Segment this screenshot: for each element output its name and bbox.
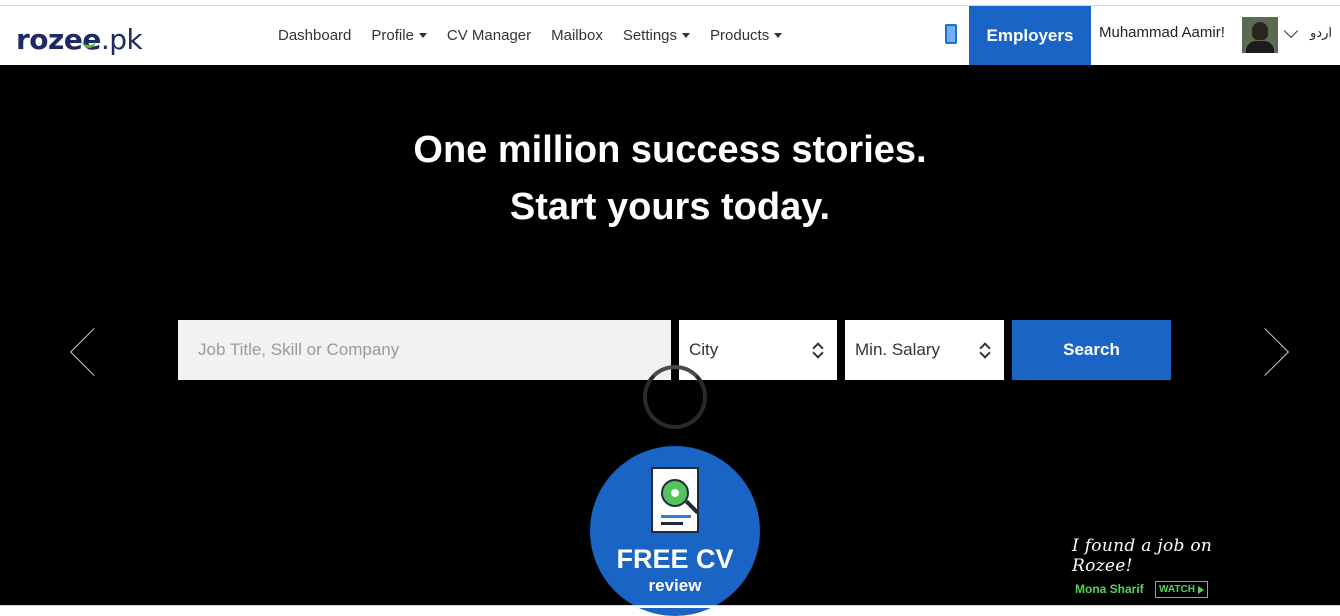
free-cv-review-badge[interactable]: FREE CV review xyxy=(590,446,760,616)
min-salary-select[interactable]: Min. Salary xyxy=(845,320,1004,380)
employers-button[interactable]: Employers xyxy=(969,6,1091,65)
cv-review-icon xyxy=(651,467,700,533)
nav-settings-label: Settings xyxy=(622,27,678,44)
language-urdu-link[interactable]: اردو xyxy=(1310,26,1332,41)
avatar-head xyxy=(1252,22,1268,40)
hero-section: One million success stories. Start yours… xyxy=(0,65,1340,616)
rozee-logo[interactable]: rozee .pk xyxy=(16,12,143,56)
nav-profile[interactable]: Profile xyxy=(371,27,427,44)
updown-arrows-icon xyxy=(813,341,823,359)
cv-badge-title: FREE CV xyxy=(616,544,734,574)
chevron-down-icon[interactable] xyxy=(1283,23,1299,39)
nav-cv-manager-label: CV Manager xyxy=(446,27,532,44)
loading-spinner-icon xyxy=(643,365,707,429)
doc-line xyxy=(661,522,683,525)
city-select-value: City xyxy=(689,340,719,359)
job-keyword-input[interactable] xyxy=(178,320,671,380)
avatar[interactable] xyxy=(1242,17,1278,53)
main-nav: Dashboard Profile CV Manager Mailbox Set… xyxy=(268,6,792,65)
watch-label: WATCH xyxy=(1159,584,1195,595)
city-select[interactable]: City xyxy=(679,320,837,380)
cv-badge-subtitle: review xyxy=(648,576,702,595)
nav-settings[interactable]: Settings xyxy=(622,27,691,44)
logo-tld-text: .pk xyxy=(100,23,143,56)
nav-dashboard[interactable]: Dashboard xyxy=(278,27,351,44)
search-button[interactable]: Search xyxy=(1012,320,1171,380)
caret-down-icon xyxy=(682,33,691,38)
updown-arrows-icon xyxy=(980,341,990,359)
nav-dashboard-label: Dashboard xyxy=(278,27,352,44)
magnifier-handle xyxy=(684,499,700,515)
user-greeting[interactable]: Muhammad Aamir! xyxy=(1099,24,1225,41)
doc-line xyxy=(661,515,691,518)
nav-profile-label: Profile xyxy=(371,27,414,44)
caret-down-icon xyxy=(774,33,783,38)
nav-mailbox[interactable]: Mailbox xyxy=(551,27,603,44)
avatar-body xyxy=(1246,41,1274,53)
nav-products-label: Products xyxy=(710,27,770,44)
site-header: rozee .pk Dashboard Profile CV Manager Ma… xyxy=(0,6,1340,65)
lens-person-head xyxy=(671,489,679,497)
nav-products[interactable]: Products xyxy=(710,27,783,44)
hero-headline-line1: One million success stories. xyxy=(413,129,927,171)
nav-cv-manager[interactable]: CV Manager xyxy=(447,27,531,44)
caret-down-icon xyxy=(418,33,427,38)
nav-mailbox-label: Mailbox xyxy=(551,27,603,44)
watch-video-button[interactable]: WATCH xyxy=(1155,581,1208,598)
min-salary-select-value: Min. Salary xyxy=(855,340,941,359)
mobile-phone-icon[interactable] xyxy=(945,24,957,44)
hero-headline-line2: Start yours today. xyxy=(509,186,831,228)
testimonial-name: Mona Sharif xyxy=(1075,582,1144,596)
play-icon xyxy=(1197,585,1204,594)
testimonial-quote: I found a job on Rozee! xyxy=(1072,536,1213,576)
